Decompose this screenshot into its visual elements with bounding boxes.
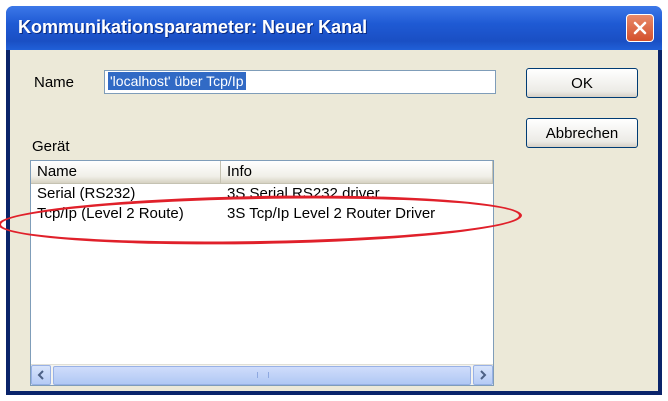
column-header-name[interactable]: Name: [31, 161, 221, 183]
scroll-thumb[interactable]: [53, 366, 471, 385]
ok-button[interactable]: OK: [526, 68, 638, 98]
device-label: Gerät: [32, 138, 70, 155]
scroll-right-button[interactable]: [473, 365, 493, 385]
close-button[interactable]: [626, 14, 654, 42]
device-list[interactable]: Name Info Serial (RS232) 3S Serial RS232…: [30, 160, 494, 386]
scroll-left-icon: [37, 370, 44, 380]
list-header: Name Info: [31, 161, 493, 184]
name-label: Name: [34, 74, 75, 91]
window-title: Kommunikationsparameter: Neuer Kanal: [18, 17, 368, 37]
grip-icon: [257, 372, 269, 378]
title-bar[interactable]: Kommunikationsparameter: Neuer Kanal: [6, 6, 662, 50]
name-input-value: 'localhost' über Tcp/Ip: [108, 72, 246, 90]
horizontal-scrollbar[interactable]: [31, 364, 493, 385]
close-icon: [633, 21, 647, 35]
cancel-button[interactable]: Abbrechen: [526, 118, 638, 148]
name-input[interactable]: 'localhost' über Tcp/Ip: [104, 70, 496, 94]
scroll-left-button[interactable]: [31, 365, 51, 385]
scroll-right-icon: [480, 370, 487, 380]
column-header-info[interactable]: Info: [221, 161, 493, 183]
